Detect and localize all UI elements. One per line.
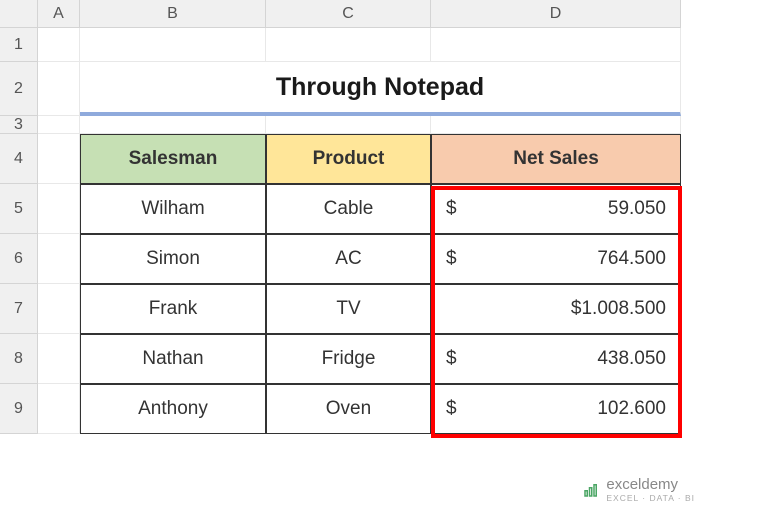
row-header-8[interactable]: 8 bbox=[0, 334, 38, 384]
table-cell-netsales[interactable]: $ 102.600 bbox=[431, 384, 681, 434]
table-cell-salesman[interactable]: Simon bbox=[80, 234, 266, 284]
table-cell-product[interactable]: TV bbox=[266, 284, 431, 334]
table-cell-product[interactable]: Cable bbox=[266, 184, 431, 234]
row-header-9[interactable]: 9 bbox=[0, 384, 38, 434]
sales-value: 102.600 bbox=[597, 398, 666, 420]
chart-icon bbox=[582, 481, 600, 499]
currency-symbol: $ bbox=[446, 398, 457, 420]
brand-watermark: exceldemy EXCEL · DATA · BI bbox=[582, 476, 695, 503]
cell-A1[interactable] bbox=[38, 28, 80, 62]
table-cell-product[interactable]: AC bbox=[266, 234, 431, 284]
cell-B1[interactable] bbox=[80, 28, 266, 62]
header-product[interactable]: Product bbox=[266, 134, 431, 184]
table-cell-netsales[interactable]: $ 438.050 bbox=[431, 334, 681, 384]
table-cell-product[interactable]: Oven bbox=[266, 384, 431, 434]
row-header-5[interactable]: 5 bbox=[0, 184, 38, 234]
header-salesman[interactable]: Salesman bbox=[80, 134, 266, 184]
cell-A6[interactable] bbox=[38, 234, 80, 284]
sales-value: $1.008.500 bbox=[571, 298, 666, 320]
table-cell-salesman[interactable]: Frank bbox=[80, 284, 266, 334]
currency-symbol: $ bbox=[446, 348, 457, 370]
brand-tagline: EXCEL · DATA · BI bbox=[606, 493, 695, 503]
row-header-4[interactable]: 4 bbox=[0, 134, 38, 184]
cell-A2[interactable] bbox=[38, 62, 80, 116]
table-cell-netsales[interactable]: $ 59.050 bbox=[431, 184, 681, 234]
spreadsheet-grid: A B C D 1 2 Through Notepad 3 4 Salesman… bbox=[0, 0, 767, 434]
cell-C3[interactable] bbox=[266, 116, 431, 134]
row-header-6[interactable]: 6 bbox=[0, 234, 38, 284]
table-cell-salesman[interactable]: Nathan bbox=[80, 334, 266, 384]
table-cell-salesman[interactable]: Wilham bbox=[80, 184, 266, 234]
cell-D3[interactable] bbox=[431, 116, 681, 134]
row-header-2[interactable]: 2 bbox=[0, 62, 38, 116]
table-cell-netsales[interactable]: $1.008.500 bbox=[431, 284, 681, 334]
cell-A5[interactable] bbox=[38, 184, 80, 234]
sales-value: 764.500 bbox=[597, 248, 666, 270]
col-header-D[interactable]: D bbox=[431, 0, 681, 28]
col-header-C[interactable]: C bbox=[266, 0, 431, 28]
select-all-corner[interactable] bbox=[0, 0, 38, 28]
cell-D1[interactable] bbox=[431, 28, 681, 62]
cell-B3[interactable] bbox=[80, 116, 266, 134]
currency-symbol: $ bbox=[446, 198, 457, 220]
table-cell-product[interactable]: Fridge bbox=[266, 334, 431, 384]
cell-A8[interactable] bbox=[38, 334, 80, 384]
row-header-1[interactable]: 1 bbox=[0, 28, 38, 62]
row-header-7[interactable]: 7 bbox=[0, 284, 38, 334]
currency-symbol: $ bbox=[446, 248, 457, 270]
title-cell[interactable]: Through Notepad bbox=[80, 62, 681, 116]
cell-A7[interactable] bbox=[38, 284, 80, 334]
header-netsales[interactable]: Net Sales bbox=[431, 134, 681, 184]
col-header-B[interactable]: B bbox=[80, 0, 266, 28]
sales-value: 59.050 bbox=[608, 198, 666, 220]
row-header-3[interactable]: 3 bbox=[0, 116, 38, 134]
cell-A3[interactable] bbox=[38, 116, 80, 134]
sales-value: 438.050 bbox=[597, 348, 666, 370]
cell-A9[interactable] bbox=[38, 384, 80, 434]
col-header-A[interactable]: A bbox=[38, 0, 80, 28]
brand-name: exceldemy bbox=[606, 476, 695, 493]
table-cell-salesman[interactable]: Anthony bbox=[80, 384, 266, 434]
cell-C1[interactable] bbox=[266, 28, 431, 62]
cell-A4[interactable] bbox=[38, 134, 80, 184]
table-cell-netsales[interactable]: $ 764.500 bbox=[431, 234, 681, 284]
